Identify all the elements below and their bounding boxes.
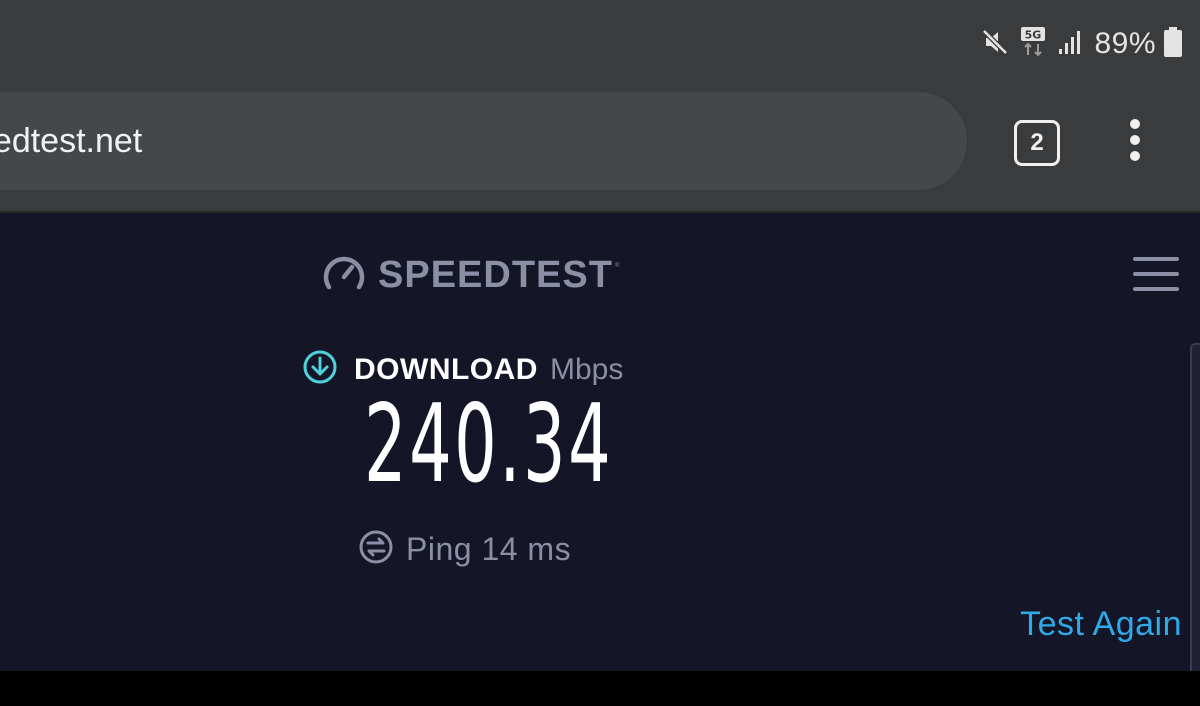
address-bar[interactable]: eedtest.net	[0, 92, 967, 190]
download-arrow-icon	[302, 349, 338, 390]
download-speed-value: 240.34	[364, 382, 614, 507]
5g-icon: 5G	[1020, 26, 1046, 63]
hamburger-menu-icon[interactable]	[1133, 257, 1179, 291]
tab-switcher-button[interactable]: 2	[1014, 120, 1060, 166]
ping-icon	[358, 529, 394, 570]
status-icons: 5G 89%	[982, 24, 1182, 64]
speedometer-icon	[322, 253, 366, 298]
url-text[interactable]: eedtest.net	[0, 122, 142, 161]
overflow-menu-icon[interactable]	[1120, 116, 1150, 164]
battery-percent: 89%	[1094, 27, 1156, 60]
ping-row: Ping 14 ms	[358, 529, 571, 570]
speedtest-logo[interactable]: SPEEDTEST ®	[322, 253, 619, 298]
logo-trademark: ®	[614, 263, 620, 269]
test-again-link[interactable]: Test Again	[1020, 605, 1182, 644]
mute-icon	[982, 28, 1009, 61]
logo-text: SPEEDTEST	[378, 254, 613, 296]
speedtest-page: SPEEDTEST ® DOWNLOAD Mbps 240.34 Ping 14…	[0, 213, 1200, 675]
ping-text: Ping 14 ms	[406, 531, 572, 567]
browser-toolbar: eedtest.net 2	[0, 86, 1200, 213]
scrollbar[interactable]	[1190, 343, 1200, 675]
network-label: 5G	[1025, 28, 1042, 41]
signal-icon	[1058, 29, 1082, 60]
status-bar: 5G 89%	[0, 0, 1200, 86]
bottom-strip	[0, 671, 1200, 706]
phone-screen: 5G 89% edtest.net 2 SPEEDTEST ® DOWNLOAD…	[0, 0, 1200, 706]
battery-icon	[1164, 26, 1182, 62]
